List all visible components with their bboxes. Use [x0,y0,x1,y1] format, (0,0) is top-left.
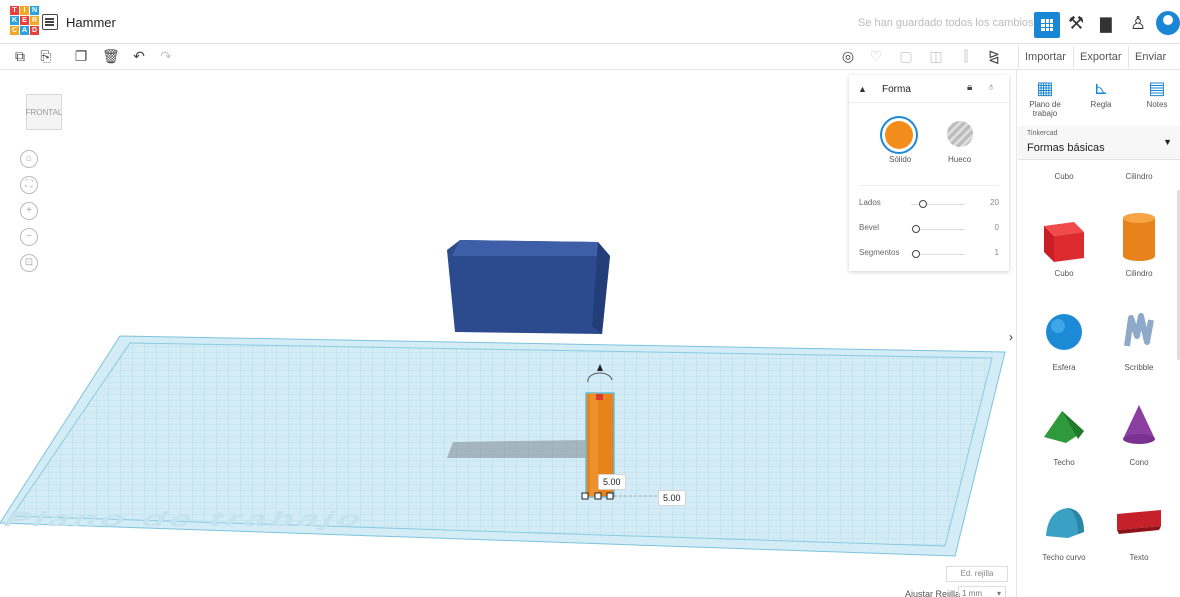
save-status: Se han guardado todos los cambios. [858,17,1037,29]
zoom-in-icon[interactable]: + [20,202,38,220]
solid-label: Sólido [889,155,912,164]
ruler-icon: ⊾ [1093,78,1109,98]
pickaxe-icon[interactable]: ⚒ [1068,13,1084,34]
shapes-panel: ▦ Plano de trabajo ⊾ Regla ▤ Notes Tinke… [1016,70,1180,597]
shape-scribble[interactable]: Scribble [1104,302,1174,372]
shape-inspector-header: ▲ Forma 🔒︎ ♁ [849,75,1009,103]
shape-inspector-title: Forma [882,84,911,95]
align-icon[interactable]: ⫿ [958,48,974,64]
export-button[interactable]: Exportar [1073,46,1128,68]
param-bevel: Bevel 0 [859,223,999,233]
edit-grid-button[interactable]: Ed. rejilla [946,566,1008,582]
param-sides: Lados 20 [859,198,999,208]
workplane-tool[interactable]: ▦ Plano de trabajo [1023,78,1067,118]
hole-label: Hueco [948,155,972,164]
shape-sphere[interactable]: Esfera [1029,302,1099,372]
light-bulb-icon[interactable]: ♁ [987,81,995,93]
project-name[interactable]: Hammer [66,15,116,30]
tinkercad-logo[interactable]: T I N K E R C A D [10,6,39,36]
shape-category-select[interactable]: Tinkercad Formas básicas ▼ [1018,126,1180,160]
divider [859,185,999,186]
undo-icon[interactable]: ↶ [131,48,147,64]
blue-box-object [447,240,610,334]
solid-swatch[interactable] [885,121,913,149]
text-icon [1117,510,1161,534]
roof-icon [1044,411,1084,443]
sides-slider-knob[interactable] [919,200,927,208]
add-user-icon[interactable]: ♙ [1130,13,1146,34]
object-shadow [447,440,588,458]
workplane-icon: ▦ [1036,78,1054,98]
bevel-slider-knob[interactable] [912,225,920,233]
perspective-icon[interactable]: ⊡ [20,254,38,272]
shape-cone[interactable]: Cono [1104,397,1174,467]
notes-tool[interactable]: ▤ Notes [1135,78,1179,109]
workplane-label: Plano de trabajo [1,508,368,532]
param-segments: Segmentos 1 [859,248,999,258]
box-icon [1044,222,1084,262]
mirror-icon[interactable]: ⧎ [986,48,1002,64]
ungroup-icon[interactable]: ◫ [928,48,944,64]
ruler-tool[interactable]: ⊾ Regla [1079,78,1123,109]
shape-text[interactable]: Texto [1104,492,1174,562]
copy-icon[interactable]: ⧉ [12,48,28,64]
shape-cylinder[interactable]: Cilindro [1104,208,1174,278]
snap-grid-select[interactable]: 1 mm [958,586,1006,597]
cone-icon [1123,405,1155,444]
home-view-icon[interactable]: ⌂ [20,150,38,168]
top-bar: T I N K E R C A D Hammer Se han guardado… [0,0,1180,44]
group-icon[interactable]: ▢ [898,48,914,64]
lock-icon[interactable]: 🔒︎ [967,82,972,93]
cylinder-icon [1123,213,1155,261]
grid-icon [1041,19,1053,31]
shape-box[interactable]: Cubo [1029,208,1099,278]
send-to-button[interactable]: Enviar a [1128,46,1180,85]
duplicate-icon[interactable]: ❐ [73,48,89,64]
shape-partial-cube[interactable]: Cubo [1029,172,1099,181]
fit-view-icon[interactable]: ⛶ [20,176,38,194]
viewcube[interactable]: FRONTAL [26,94,62,130]
shape-inspector: ▲ Forma 🔒︎ ♁ Sólido Hueco Lados 20 Bevel… [849,75,1009,271]
redo-icon[interactable]: ↷ [158,48,174,64]
height-dimension-tag[interactable]: 5.00 [598,474,626,490]
scribble-icon [1124,313,1154,347]
segments-slider-knob[interactable] [912,250,920,258]
bricks-icon[interactable]: ▇ [1100,15,1112,33]
edit-toolbar: ⧉ ⎘ ❐ 🗑 ↶ ↷ ◎ ♡ ▢ ◫ ⫿ ⧎ Importar Exporta… [0,44,1180,85]
light-icon[interactable]: ♡ [868,48,884,64]
hole-swatch[interactable] [947,121,973,147]
shape-partial-cylinder[interactable]: Cilindro [1104,172,1174,181]
snap-grid-label: Ajustar Rejilla [905,589,961,597]
round-roof-icon [1046,508,1084,538]
width-dimension-tag[interactable]: 5.00 [658,490,686,506]
zoom-out-icon[interactable]: − [20,228,38,246]
delete-icon[interactable]: 🗑 [102,48,120,64]
shape-round-roof[interactable]: Techo curvo [1029,492,1099,562]
avatar[interactable] [1156,11,1180,35]
collapse-caret-icon[interactable]: ▲ [858,84,867,94]
notes-icon: ▤ [1148,78,1166,98]
sphere-icon [1046,314,1082,350]
paste-icon[interactable]: ⎘ [38,48,54,64]
3d-view-button[interactable] [1034,12,1060,38]
shape-roof[interactable]: Techo [1029,397,1099,467]
design-list-icon[interactable] [42,14,58,30]
chevron-down-icon: ▼ [1163,137,1172,147]
import-button[interactable]: Importar [1018,46,1072,68]
notes-view-icon[interactable]: ◎ [840,48,856,64]
